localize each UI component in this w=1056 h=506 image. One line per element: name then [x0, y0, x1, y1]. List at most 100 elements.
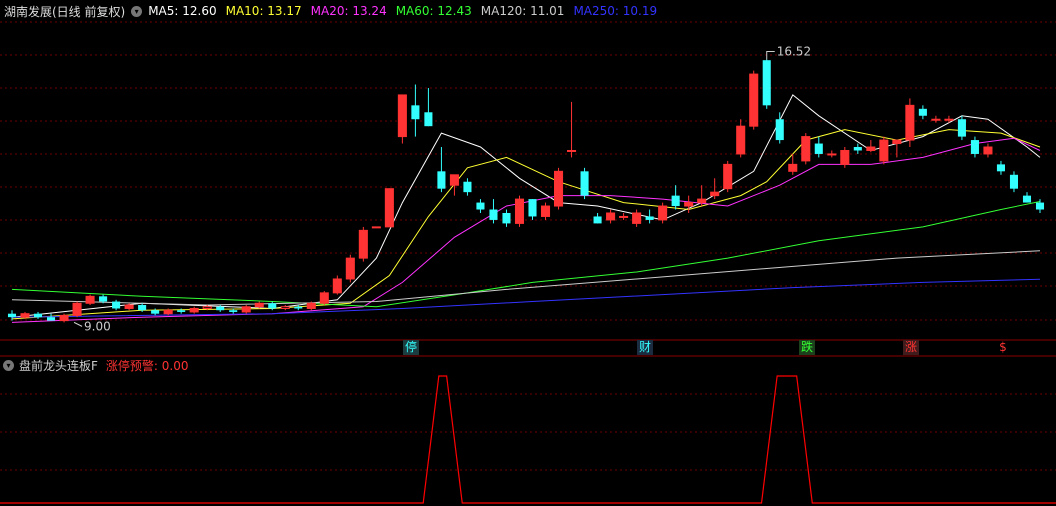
limit-up-warning-value: 涨停预警: 0.00	[105, 358, 189, 373]
candle-body-down	[216, 306, 225, 311]
candle-body-down	[645, 216, 654, 220]
candle-body-up-fill	[307, 303, 316, 309]
event-marker-fall[interactable]: 跌	[799, 340, 815, 355]
sub-panel-header: ▾ 盘前龙头连板F 涨停预警: 0.00	[0, 357, 188, 373]
candle-body-down	[151, 310, 160, 314]
event-marker-finance[interactable]: 财	[637, 340, 653, 355]
stock-title: 湖南发展(日线 前复权)	[4, 4, 126, 19]
ma-line-ma60	[11, 201, 1041, 308]
candle-body-down	[502, 212, 511, 224]
candle-body-up-fill	[632, 212, 641, 224]
candle-body-up	[619, 215, 629, 218]
candle-body-up-fill	[710, 192, 719, 196]
candle-body-down	[268, 303, 277, 309]
candle-body-up-fill	[697, 199, 706, 203]
ma10-label: MA10: 13.17	[225, 4, 302, 18]
event-marker-halt[interactable]: 停	[403, 340, 419, 355]
ma-line-ma20	[11, 137, 1041, 323]
candle-body-up-fill	[450, 174, 459, 186]
candle-body-up-fill	[398, 94, 407, 137]
indicator-name: 盘前龙头连板F	[19, 358, 98, 373]
candle-body-up	[202, 306, 212, 309]
candle-body-up-fill	[515, 199, 524, 224]
candle-body-down	[437, 171, 446, 189]
candle-body-down	[138, 305, 147, 311]
candle-body-down	[476, 202, 485, 210]
candle-body-down	[1035, 202, 1045, 210]
candle-body-up-fill	[684, 202, 693, 207]
event-marker-rise[interactable]: 涨	[903, 340, 919, 355]
candle-body-up-fill	[320, 292, 329, 304]
candle-body-up-fill	[801, 136, 810, 161]
candle-body-up-fill	[788, 164, 797, 172]
candle-body-down	[1022, 195, 1032, 203]
candle-body-up-fill	[60, 315, 69, 321]
candle-body-up	[827, 153, 837, 156]
candle-body-down	[671, 195, 680, 207]
candle-body-up	[931, 118, 941, 121]
candle-body-down	[463, 181, 472, 193]
limit-up-signal-line	[0, 375, 1056, 504]
candle-body-down	[853, 147, 862, 151]
candle-body-down	[957, 119, 966, 137]
candle-body-up	[280, 306, 290, 309]
candle-body-down	[177, 310, 186, 312]
event-marker-dollar[interactable]: $	[995, 340, 1011, 355]
candle-body-down	[294, 306, 303, 309]
candle-body-down	[1009, 174, 1019, 189]
chevron-down-icon[interactable]: ▾	[131, 5, 143, 17]
candle-body-down	[229, 310, 238, 312]
low-marker	[73, 321, 83, 327]
candle-body-up	[567, 149, 577, 152]
candle-body-down	[970, 140, 979, 154]
candle-body-down	[424, 112, 433, 127]
ma250-label: MA250: 10.19	[573, 4, 658, 18]
candle-body-up-fill	[20, 313, 30, 318]
candle-body-up-fill	[73, 303, 82, 316]
chevron-down-icon[interactable]: ▾	[3, 359, 14, 371]
candle-body-down	[580, 171, 589, 196]
candle-body-down	[33, 313, 43, 318]
candle-body-up-fill	[333, 278, 342, 293]
candle-body-down	[99, 296, 108, 302]
candle-body-up-fill	[749, 74, 758, 127]
candle-body-up-fill	[125, 305, 134, 309]
candle-body-up-fill	[554, 171, 563, 207]
candle-body-up-fill	[892, 140, 901, 144]
candle-body-up-fill	[190, 308, 199, 312]
candle-body-up-fill	[723, 164, 732, 189]
low-price-label: 9.00	[84, 319, 111, 333]
candle-body-up-fill	[658, 206, 667, 220]
kline-chart: 16.52 9.00	[0, 21, 1056, 504]
candle-body-down	[762, 60, 771, 106]
candle-body-up-fill	[86, 296, 95, 304]
ma60-label: MA60: 12.43	[395, 4, 472, 18]
candle-body-down	[7, 313, 17, 318]
candle-body-down	[411, 105, 420, 120]
candle-body-up-fill	[359, 230, 368, 259]
candle-body-down	[775, 119, 784, 141]
candle-body-up-fill	[840, 150, 849, 165]
candle-body-down	[593, 216, 602, 224]
ma20-label: MA20: 13.24	[310, 4, 387, 18]
candle-body-up-fill	[541, 206, 550, 217]
candle-body-up-fill	[983, 147, 992, 154]
candle-body-up-fill	[736, 126, 745, 154]
candle-body-up-fill	[255, 303, 264, 307]
ma120-label: MA120: 11.01	[480, 4, 565, 18]
candle-body-up	[371, 226, 381, 229]
candle-body-up-fill	[606, 212, 615, 220]
ma5-label: MA5: 12.60	[148, 4, 217, 18]
candle-body-up	[944, 118, 954, 121]
candle-body-up-fill	[866, 147, 875, 151]
chart-header: 湖南发展(日线 前复权) ▾ MA5: 12.60 MA10: 13.17 MA…	[0, 2, 666, 20]
candle-body-down	[814, 143, 823, 154]
candle-body-down	[489, 209, 498, 220]
candle-body-up-fill	[879, 140, 888, 161]
candle-body-down	[528, 199, 537, 217]
candle-body-down	[47, 317, 56, 321]
candle-body-up-fill	[385, 188, 394, 227]
candle-body-up-fill	[346, 258, 355, 279]
candle-body-up-fill	[905, 105, 914, 141]
high-marker	[766, 51, 775, 60]
